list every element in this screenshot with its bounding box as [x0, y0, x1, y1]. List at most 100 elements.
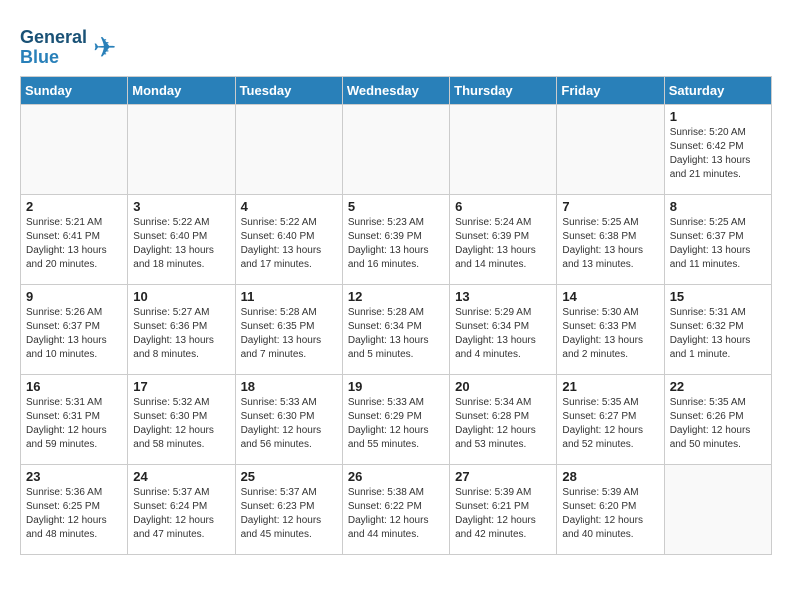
- calendar-day-cell: [128, 104, 235, 194]
- day-number: 15: [670, 289, 766, 304]
- weekday-header-monday: Monday: [128, 76, 235, 104]
- calendar-day-cell: 18 Sunrise: 5:33 AM Sunset: 6:30 PM Dayli…: [235, 374, 342, 464]
- day-number: 10: [133, 289, 229, 304]
- day-info: Sunrise: 5:29 AM Sunset: 6:34 PM Dayligh…: [455, 306, 551, 362]
- day-number: 19: [348, 379, 444, 394]
- day-info: Sunrise: 5:27 AM Sunset: 6:36 PM Dayligh…: [133, 306, 229, 362]
- day-number: 5: [348, 199, 444, 214]
- calendar-day-cell: 5 Sunrise: 5:23 AM Sunset: 6:39 PM Daylig…: [342, 194, 449, 284]
- calendar-day-cell: 19 Sunrise: 5:33 AM Sunset: 6:29 PM Dayli…: [342, 374, 449, 464]
- logo: General Blue ✈: [20, 28, 117, 68]
- calendar-day-cell: 22 Sunrise: 5:35 AM Sunset: 6:26 PM Dayli…: [664, 374, 771, 464]
- calendar-day-cell: 27Sunrise: 5:39 AM Sunset: 6:21 PM Dayli…: [450, 464, 557, 554]
- calendar-day-cell: 13 Sunrise: 5:29 AM Sunset: 6:34 PM Dayli…: [450, 284, 557, 374]
- day-number: 22: [670, 379, 766, 394]
- day-info: Sunrise: 5:31 AM Sunset: 6:31 PM Dayligh…: [26, 396, 122, 452]
- calendar-table: SundayMondayTuesdayWednesdayThursdayFrid…: [20, 76, 772, 555]
- calendar-day-cell: 9 Sunrise: 5:26 AM Sunset: 6:37 PM Daylig…: [21, 284, 128, 374]
- weekday-header-tuesday: Tuesday: [235, 76, 342, 104]
- day-info: Sunrise: 5:26 AM Sunset: 6:37 PM Dayligh…: [26, 306, 122, 362]
- calendar-day-cell: 26 Sunrise: 5:38 AM Sunset: 6:22 PM Dayli…: [342, 464, 449, 554]
- day-info: Sunrise: 5:37 AM Sunset: 6:24 PM Dayligh…: [133, 486, 229, 542]
- day-number: 1: [670, 109, 766, 124]
- day-number: 14: [562, 289, 658, 304]
- day-number: 25: [241, 469, 337, 484]
- day-info: Sunrise: 5:32 AM Sunset: 6:30 PM Dayligh…: [133, 396, 229, 452]
- day-info: Sunrise: 5:31 AM Sunset: 6:32 PM Dayligh…: [670, 306, 766, 362]
- day-info: Sunrise: 5:36 AM Sunset: 6:25 PM Dayligh…: [26, 486, 122, 542]
- day-info: Sunrise: 5:33 AM Sunset: 6:30 PM Dayligh…: [241, 396, 337, 452]
- page-header: General Blue ✈: [20, 24, 772, 68]
- day-number: 9: [26, 289, 122, 304]
- calendar-day-cell: 17Sunrise: 5:32 AM Sunset: 6:30 PM Dayli…: [128, 374, 235, 464]
- day-number: 16: [26, 379, 122, 394]
- day-number: 26: [348, 469, 444, 484]
- weekday-header-friday: Friday: [557, 76, 664, 104]
- calendar-day-cell: [235, 104, 342, 194]
- calendar-day-cell: [557, 104, 664, 194]
- calendar-day-cell: 7 Sunrise: 5:25 AM Sunset: 6:38 PM Daylig…: [557, 194, 664, 284]
- logo-bird-icon: ✈: [93, 31, 116, 64]
- day-number: 7: [562, 199, 658, 214]
- calendar-day-cell: [664, 464, 771, 554]
- calendar-week-row: 16 Sunrise: 5:31 AM Sunset: 6:31 PM Dayli…: [21, 374, 772, 464]
- day-info: Sunrise: 5:23 AM Sunset: 6:39 PM Dayligh…: [348, 216, 444, 272]
- day-info: Sunrise: 5:38 AM Sunset: 6:22 PM Dayligh…: [348, 486, 444, 542]
- day-number: 18: [241, 379, 337, 394]
- day-info: Sunrise: 5:28 AM Sunset: 6:35 PM Dayligh…: [241, 306, 337, 362]
- day-info: Sunrise: 5:35 AM Sunset: 6:26 PM Dayligh…: [670, 396, 766, 452]
- day-info: Sunrise: 5:33 AM Sunset: 6:29 PM Dayligh…: [348, 396, 444, 452]
- day-number: 21: [562, 379, 658, 394]
- calendar-day-cell: 11Sunrise: 5:28 AM Sunset: 6:35 PM Dayli…: [235, 284, 342, 374]
- calendar-day-cell: 2 Sunrise: 5:21 AM Sunset: 6:41 PM Daylig…: [21, 194, 128, 284]
- calendar-day-cell: 21 Sunrise: 5:35 AM Sunset: 6:27 PM Dayli…: [557, 374, 664, 464]
- calendar-day-cell: 3Sunrise: 5:22 AM Sunset: 6:40 PM Daylig…: [128, 194, 235, 284]
- day-info: Sunrise: 5:28 AM Sunset: 6:34 PM Dayligh…: [348, 306, 444, 362]
- logo-line1: General: [20, 28, 87, 48]
- day-info: Sunrise: 5:21 AM Sunset: 6:41 PM Dayligh…: [26, 216, 122, 272]
- day-info: Sunrise: 5:30 AM Sunset: 6:33 PM Dayligh…: [562, 306, 658, 362]
- day-number: 28: [562, 469, 658, 484]
- day-number: 23: [26, 469, 122, 484]
- day-number: 6: [455, 199, 551, 214]
- calendar-day-cell: [21, 104, 128, 194]
- logo-line2: Blue: [20, 48, 87, 68]
- calendar-day-cell: 8 Sunrise: 5:25 AM Sunset: 6:37 PM Daylig…: [664, 194, 771, 284]
- calendar-day-cell: 1 Sunrise: 5:20 AM Sunset: 6:42 PM Daylig…: [664, 104, 771, 194]
- weekday-header-sunday: Sunday: [21, 76, 128, 104]
- day-number: 2: [26, 199, 122, 214]
- day-info: Sunrise: 5:34 AM Sunset: 6:28 PM Dayligh…: [455, 396, 551, 452]
- day-info: Sunrise: 5:39 AM Sunset: 6:21 PM Dayligh…: [455, 486, 551, 542]
- day-number: 4: [241, 199, 337, 214]
- day-number: 12: [348, 289, 444, 304]
- calendar-week-row: 1 Sunrise: 5:20 AM Sunset: 6:42 PM Daylig…: [21, 104, 772, 194]
- calendar-day-cell: 6Sunrise: 5:24 AM Sunset: 6:39 PM Daylig…: [450, 194, 557, 284]
- weekday-header-wednesday: Wednesday: [342, 76, 449, 104]
- weekday-header-thursday: Thursday: [450, 76, 557, 104]
- day-info: Sunrise: 5:25 AM Sunset: 6:38 PM Dayligh…: [562, 216, 658, 272]
- calendar-day-cell: 16 Sunrise: 5:31 AM Sunset: 6:31 PM Dayli…: [21, 374, 128, 464]
- day-info: Sunrise: 5:22 AM Sunset: 6:40 PM Dayligh…: [241, 216, 337, 272]
- day-info: Sunrise: 5:20 AM Sunset: 6:42 PM Dayligh…: [670, 126, 766, 182]
- calendar-header-row: SundayMondayTuesdayWednesdayThursdayFrid…: [21, 76, 772, 104]
- calendar-day-cell: [450, 104, 557, 194]
- day-number: 20: [455, 379, 551, 394]
- calendar-day-cell: 4 Sunrise: 5:22 AM Sunset: 6:40 PM Daylig…: [235, 194, 342, 284]
- calendar-day-cell: 25 Sunrise: 5:37 AM Sunset: 6:23 PM Dayli…: [235, 464, 342, 554]
- calendar-week-row: 23 Sunrise: 5:36 AM Sunset: 6:25 PM Dayli…: [21, 464, 772, 554]
- day-info: Sunrise: 5:35 AM Sunset: 6:27 PM Dayligh…: [562, 396, 658, 452]
- day-info: Sunrise: 5:22 AM Sunset: 6:40 PM Dayligh…: [133, 216, 229, 272]
- day-info: Sunrise: 5:37 AM Sunset: 6:23 PM Dayligh…: [241, 486, 337, 542]
- calendar-day-cell: 28Sunrise: 5:39 AM Sunset: 6:20 PM Dayli…: [557, 464, 664, 554]
- calendar-day-cell: 24 Sunrise: 5:37 AM Sunset: 6:24 PM Dayli…: [128, 464, 235, 554]
- day-number: 13: [455, 289, 551, 304]
- day-info: Sunrise: 5:25 AM Sunset: 6:37 PM Dayligh…: [670, 216, 766, 272]
- day-number: 24: [133, 469, 229, 484]
- day-number: 8: [670, 199, 766, 214]
- calendar-day-cell: 14 Sunrise: 5:30 AM Sunset: 6:33 PM Dayli…: [557, 284, 664, 374]
- calendar-week-row: 2 Sunrise: 5:21 AM Sunset: 6:41 PM Daylig…: [21, 194, 772, 284]
- weekday-header-saturday: Saturday: [664, 76, 771, 104]
- calendar-day-cell: [342, 104, 449, 194]
- calendar-day-cell: 12 Sunrise: 5:28 AM Sunset: 6:34 PM Dayli…: [342, 284, 449, 374]
- calendar-day-cell: 10 Sunrise: 5:27 AM Sunset: 6:36 PM Dayli…: [128, 284, 235, 374]
